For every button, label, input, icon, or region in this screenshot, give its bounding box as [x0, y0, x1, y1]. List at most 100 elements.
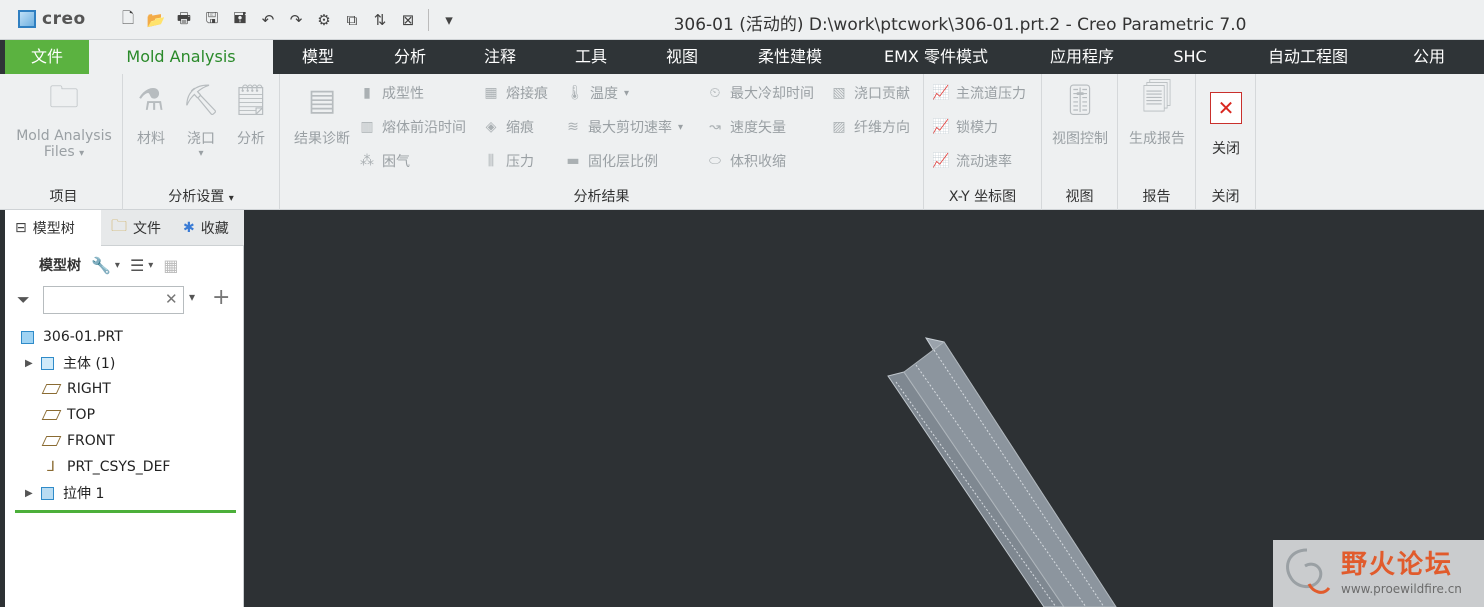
moldability-button[interactable]: ▮ 成型性 [358, 82, 424, 104]
close-button[interactable]: ✕ 关闭 [1198, 92, 1254, 158]
clear-icon[interactable]: ✕ [165, 290, 178, 308]
tree-item-csys[interactable]: ⅃ PRT_CSYS_DEF [5, 454, 244, 480]
chevron-down-icon[interactable]: ▾ [115, 260, 120, 271]
tab-favorites[interactable]: ✱ 收藏 [177, 210, 239, 246]
weld-line-button[interactable]: ▦ 熔接痕 [482, 82, 548, 104]
chevron-down-icon: ▾ [678, 121, 684, 133]
tab-model-tree[interactable]: ⊟ 模型树 [5, 210, 101, 246]
tab-flexible-modeling[interactable]: 柔性建模 [740, 40, 840, 74]
analysis-button[interactable]: 🗒 分析 [227, 78, 275, 148]
tab-view[interactable]: 视图 [648, 40, 716, 74]
chevron-down-icon[interactable]: ▾ [189, 290, 195, 304]
creo-logo: creo [18, 9, 86, 29]
settings-tools-icon[interactable]: 🔧 [91, 256, 111, 275]
tree-item-top-plane[interactable]: TOP [5, 402, 244, 428]
tab-emx[interactable]: EMX 零件模式 [866, 40, 1006, 74]
gate-icon: ⛏ [181, 82, 221, 118]
tree-item-right-plane[interactable]: RIGHT [5, 376, 244, 402]
chevron-down-icon[interactable]: ▾ [148, 260, 153, 271]
channel-inner [903, 341, 1117, 607]
switch-window-icon[interactable]: ⇅ [368, 8, 392, 32]
tab-shc[interactable]: SHC [1156, 40, 1224, 74]
result-diagnosis-label: 结果诊断 [294, 131, 350, 147]
group-project: 🗀 Mold Analysis Files ▾ 项目 [5, 74, 123, 210]
gate-contribution-icon: ▧ [832, 85, 846, 101]
mold-analysis-files-label: Mold Analysis [16, 128, 112, 144]
tree-item-front-plane[interactable]: FRONT [5, 428, 244, 454]
tab-folder-browser[interactable]: 🗀 文件 [105, 210, 169, 246]
save-as-icon[interactable]: 🖬 [228, 8, 252, 32]
expand-icon[interactable]: ▶ [25, 358, 37, 369]
velocity-vector-button[interactable]: ↝ 速度矢量 [706, 116, 786, 138]
tree-search-input[interactable] [43, 286, 184, 314]
fiber-orientation-button[interactable]: ▨ 纤维方向 [830, 116, 910, 138]
save-icon[interactable]: 🖫 [200, 8, 224, 32]
filter-icon[interactable]: ⏷ [17, 290, 30, 310]
add-icon[interactable]: + [212, 285, 230, 310]
gate-contribution-button[interactable]: ▧ 浇口贡献 [830, 82, 910, 104]
tab-annotate[interactable]: 注释 [466, 40, 534, 74]
customize-dropdown-icon[interactable]: ▾ [437, 8, 461, 32]
tree-item-extrude[interactable]: ▶ 拉伸 1 [5, 480, 244, 506]
model-tree-icon: ⊟ [15, 220, 27, 236]
max-shear-rate-button[interactable]: ≋ 最大剪切速率 ▾ [564, 116, 683, 138]
view-control-button[interactable]: 🎚 视图控制 [1044, 78, 1116, 148]
sink-mark-button[interactable]: ◈ 缩痕 [482, 116, 534, 138]
air-trap-icon: ⁂ [360, 153, 374, 169]
fill-time-icon: ▥ [360, 119, 374, 135]
close-label: 关闭 [1212, 141, 1240, 157]
tab-analysis[interactable]: 分析 [376, 40, 444, 74]
tab-applications[interactable]: 应用程序 [1032, 40, 1132, 74]
generate-report-label: 生成报告 [1129, 131, 1185, 147]
show-list-icon[interactable]: ☰ [130, 256, 144, 275]
print-icon[interactable]: 🖶 [172, 8, 196, 32]
fill-time-button[interactable]: ▥ 熔体前沿时间 [358, 116, 466, 138]
tree-item-part[interactable]: 306-01.PRT [5, 324, 244, 350]
max-cooling-time-button[interactable]: ⏲ 最大冷却时间 [706, 82, 814, 104]
watermark-url: www.proewildfire.cn [1341, 582, 1462, 596]
window-title: 306-01 (活动的) D:\work\ptcwork\306-01.prt.… [673, 15, 1247, 35]
group-report: 🗐 生成报告 报告 [1118, 74, 1196, 210]
flow-rate-button[interactable]: 📈 流动速率 [932, 150, 1012, 172]
mold-analysis-files-button[interactable]: 🗀 Mold Analysis Files ▾ [9, 78, 119, 161]
tab-auto-drawing[interactable]: 自动工程图 [1250, 40, 1366, 74]
folder-icon: 🗀 [111, 215, 128, 235]
temperature-button[interactable]: 🌡 温度 ▾ [566, 82, 629, 104]
air-trap-button[interactable]: ⁂ 困气 [358, 150, 410, 172]
frozen-layer-button[interactable]: ▬ 固化层比例 [564, 150, 658, 172]
tree-insert-indicator [15, 510, 236, 513]
undo-icon[interactable]: ↶ [256, 8, 280, 32]
watermark-title: 野火论坛 [1341, 550, 1454, 580]
sprue-pressure-button[interactable]: 📈 主流道压力 [932, 82, 1026, 104]
thermometer-icon: 🌡 [566, 85, 584, 101]
tree-filter-row: ⏷ ✕ ▾ + [5, 284, 244, 316]
datum-plane-icon [41, 406, 61, 424]
tree-item-body[interactable]: ▶ 主体 (1) [5, 350, 244, 376]
close-window-icon[interactable]: ⊠ [396, 8, 420, 32]
tab-common[interactable]: 公用 [1394, 40, 1464, 74]
group-label-results: 分析结果 [573, 189, 630, 205]
tab-file[interactable]: 文件 [5, 40, 89, 74]
model-tree: 306-01.PRT ▶ 主体 (1) RIGHT TOP FRONT ⅃ PR… [5, 324, 244, 506]
tab-mold-analysis[interactable]: Mold Analysis [89, 40, 273, 74]
expand-icon[interactable]: ▶ [25, 488, 37, 499]
redo-icon[interactable]: ↷ [284, 8, 308, 32]
volume-shrinkage-button[interactable]: ⬭ 体积收缩 [706, 150, 786, 172]
windows-icon[interactable]: ⧉ [340, 8, 364, 32]
volume-shrinkage-icon: ⬭ [709, 153, 721, 169]
material-button[interactable]: ⚗ 材料 [127, 78, 175, 148]
gate-button[interactable]: ⛏ 浇口 ▾ [177, 78, 225, 160]
plot-icon: 📈 [932, 85, 950, 101]
clamp-force-button[interactable]: 📈 锁模力 [932, 116, 998, 138]
regenerate-icon[interactable]: ⚙ [312, 8, 336, 32]
group-label-setup[interactable]: 分析设置 ▾ [123, 186, 279, 206]
tab-tools[interactable]: 工具 [557, 40, 625, 74]
new-icon[interactable]: 🗋 [116, 8, 140, 32]
analysis-label: 分析 [237, 131, 265, 147]
tab-model[interactable]: 模型 [284, 40, 352, 74]
result-diagnosis-button[interactable]: ▤ 结果诊断 [284, 78, 360, 148]
open-icon[interactable]: 📂 [144, 8, 168, 32]
hide-columns-icon[interactable]: ▦ [163, 256, 178, 275]
generate-report-button[interactable]: 🗐 生成报告 [1120, 78, 1194, 148]
pressure-button[interactable]: ⫼ 压力 [482, 150, 534, 172]
